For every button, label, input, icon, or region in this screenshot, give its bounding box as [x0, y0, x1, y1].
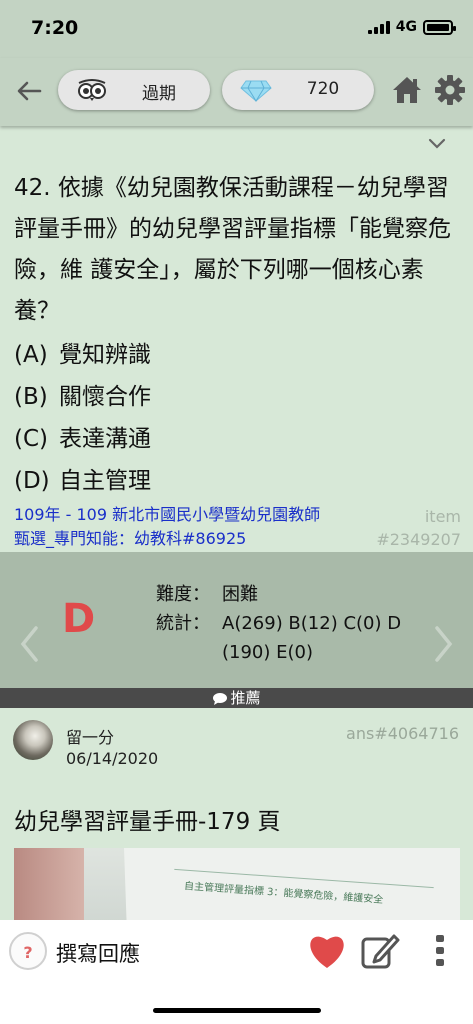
option-letter: (D) [14, 468, 50, 494]
gem-pill[interactable]: 720 [222, 70, 374, 110]
comment-photo[interactable]: 自主管理評量指標 3：能覺察危險，維護安全 [14, 848, 460, 928]
photo-book-cover [14, 848, 84, 928]
write-reply-button[interactable]: 撰寫回應 [56, 938, 140, 968]
heart-icon[interactable] [306, 932, 348, 970]
option-text: 關懷合作 [59, 384, 151, 410]
item-id: #2349207 [376, 530, 461, 549]
recommend-bar: 推薦 [0, 688, 473, 708]
status-time: 7:20 [31, 17, 79, 39]
option-c[interactable]: (C) 表達溝通 [14, 418, 151, 460]
question-mark-glyph: ? [23, 943, 33, 962]
comment-username[interactable]: 留一分 [66, 724, 114, 748]
question-text: 42. 依據《幼兒園教保活動課程－幼兒學習評量手冊》的幼兒學習評量指標「能覺察危… [14, 175, 451, 324]
chevron-right-icon[interactable] [433, 624, 455, 664]
edit-icon[interactable] [360, 932, 400, 970]
diamond-icon [240, 80, 272, 102]
option-text: 覺知辨識 [59, 342, 151, 368]
option-a[interactable]: (A) 覺知辨識 [14, 334, 151, 376]
option-text: 表達溝通 [59, 426, 151, 452]
option-letter: (A) [14, 342, 48, 368]
recommend-label: 推薦 [230, 689, 261, 707]
network-label: 4G [395, 19, 417, 35]
comment-date: 06/14/2020 [66, 749, 159, 768]
status-pill-label: 過期 [142, 84, 176, 104]
gem-count: 720 [306, 79, 340, 99]
item-label: item [424, 507, 461, 526]
status-pill[interactable]: 過期 [58, 70, 210, 110]
comment-body: 幼兒學習評量手冊-179 頁 [14, 809, 281, 835]
comment-answer-id: ans#4064716 [346, 724, 459, 743]
more-vertical-icon[interactable] [431, 934, 449, 968]
options-list: (A) 覺知辨識 (B) 關懷合作 (C) 表達溝通 (D) 自主管理 [14, 334, 151, 502]
option-text: 自主管理 [59, 468, 151, 494]
option-d[interactable]: (D) 自主管理 [14, 460, 151, 502]
home-indicator [153, 1008, 321, 1013]
chevron-left-icon[interactable] [18, 624, 40, 664]
option-letter: (B) [14, 384, 48, 410]
gear-icon[interactable] [434, 74, 466, 106]
home-icon[interactable] [391, 74, 423, 106]
question-mark-icon[interactable]: ? [9, 932, 47, 970]
battery-icon [423, 19, 456, 35]
signal-icon [367, 20, 390, 34]
status-indicators: 4G [367, 19, 456, 35]
status-bar: 7:20 4G [0, 0, 473, 58]
top-toolbar: 過期 720 [0, 58, 473, 126]
option-letter: (C) [14, 426, 49, 452]
chat-bubble-icon [213, 692, 228, 705]
avatar[interactable] [13, 720, 53, 760]
option-b[interactable]: (B) 關懷合作 [14, 376, 151, 418]
question-panel: 42. 依據《幼兒園教保活動課程－幼兒學習評量手冊》的幼兒學習評量指標「能覺察危… [0, 126, 473, 552]
source-line-2: 甄選_專門知能：幼教科#86925 [14, 529, 247, 548]
source-line-1: 109年 - 109 新北市國民小學暨幼兒園教師 [14, 505, 321, 524]
stats-label: 統計： [156, 613, 210, 634]
difficulty-label: 難度： [156, 584, 210, 605]
difficulty-value: 困難 [222, 584, 258, 605]
owl-icon [78, 79, 106, 101]
stats-value: A(269) B(12) C(0) D (190) E(0) [222, 613, 402, 663]
chevron-down-icon[interactable] [427, 136, 447, 150]
exam-source-link[interactable]: 109年 - 109 新北市國民小學暨幼兒園教師 甄選_專門知能：幼教科#869… [14, 503, 320, 551]
back-arrow-icon[interactable] [14, 76, 44, 106]
answer-panel: D 難度： 困難 統計： A(269) B(12) C(0) D (190) E… [0, 552, 473, 688]
correct-answer: D [62, 596, 96, 642]
